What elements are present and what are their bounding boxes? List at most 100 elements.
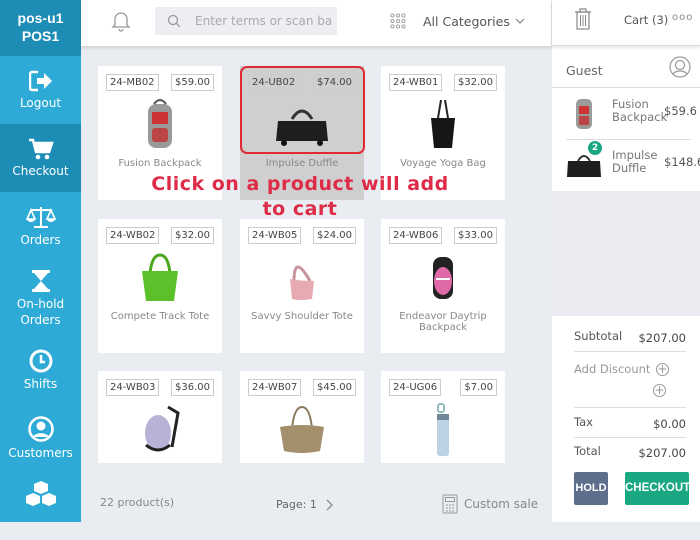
- more-options-icon[interactable]: ooo: [672, 12, 693, 23]
- product-image: [240, 249, 364, 307]
- product-image: [98, 249, 222, 307]
- product-image: [240, 401, 364, 459]
- sidebar-item-customers[interactable]: Customers: [0, 404, 81, 472]
- cart-icon: [28, 138, 54, 159]
- search-input[interactable]: [195, 7, 333, 35]
- custom-sale-label: Custom sale: [464, 497, 539, 511]
- search-icon: [167, 14, 181, 28]
- product-image: [381, 401, 505, 459]
- sidebar-item-checkout[interactable]: Checkout: [0, 124, 81, 192]
- product-sku: 24-WB03: [106, 379, 160, 396]
- sidebar-item-label: Orders: [20, 232, 61, 247]
- subtotal-label: Subtotal: [574, 329, 623, 343]
- product-price: $32.00: [171, 227, 214, 244]
- hourglass-icon: [31, 269, 50, 292]
- clock-icon: [29, 349, 52, 372]
- trash-icon[interactable]: [574, 8, 592, 30]
- product-price: $24.00: [313, 227, 356, 244]
- product-image: [381, 96, 505, 154]
- search-box: [155, 7, 337, 35]
- checkout-button[interactable]: CHECKOUT: [625, 472, 690, 505]
- divider: [566, 139, 691, 140]
- category-select[interactable]: All Categories: [423, 14, 510, 29]
- product-sku: 24-WB02: [106, 227, 160, 244]
- product-price: $59.00: [171, 74, 214, 91]
- cart-header: Cart (3) ooo: [552, 0, 700, 46]
- quantity-badge: 2: [588, 141, 602, 155]
- sidebar: pos-u1 POS1 Logout Checkout Orders On-ho…: [0, 0, 81, 522]
- custom-sale-button[interactable]: Custom sale: [442, 494, 538, 514]
- divider: [574, 351, 686, 352]
- product-price: $7.00: [460, 379, 497, 396]
- subtotal-row: Subtotal $207.00: [574, 329, 686, 345]
- discount-row[interactable]: Add Discount +: [574, 362, 686, 376]
- add-plus-icon[interactable]: +: [653, 384, 666, 397]
- logout-icon: [28, 70, 52, 91]
- customer-row[interactable]: Guest: [552, 52, 700, 88]
- add-discount-label[interactable]: Add Discount: [574, 362, 650, 376]
- product-price: $45.00: [313, 379, 356, 396]
- top-bar: All Categories: [81, 0, 551, 46]
- product-price: $36.00: [171, 379, 214, 396]
- user-icon[interactable]: [668, 55, 692, 81]
- cart-panel: Cart (3) ooo Guest Fusion Backpack $59.6…: [552, 0, 700, 522]
- hold-button[interactable]: HOLD: [574, 472, 608, 505]
- product-image: [381, 249, 505, 307]
- product-price: $33.00: [454, 227, 497, 244]
- tax-row: Tax $0.00: [574, 415, 686, 431]
- product-count: 22 product(s): [100, 496, 175, 509]
- pagination: Page: 1: [276, 498, 335, 511]
- cart-empty-area: [552, 191, 700, 316]
- sidebar-item-shifts[interactable]: Shifts: [0, 336, 81, 404]
- product-card[interactable]: 24-WB05 $24.00 Savvy Shoulder Tote: [240, 219, 364, 353]
- product-card[interactable]: 24-WB06 $33.00 Endeavor Daytrip Backpack: [381, 219, 505, 353]
- chevron-right-icon[interactable]: [325, 499, 335, 511]
- product-image: [98, 96, 222, 154]
- product-price: $32.00: [454, 74, 497, 91]
- scales-icon: [25, 206, 56, 228]
- user-circle-icon: [27, 415, 54, 442]
- cart-title: Cart (3): [624, 13, 669, 27]
- divider: [574, 437, 686, 438]
- add-discount-plus-icon[interactable]: +: [656, 363, 670, 376]
- user-name: pos-u1: [17, 10, 64, 26]
- register-info: pos-u1 POS1: [0, 0, 81, 56]
- chevron-down-icon[interactable]: [515, 16, 525, 26]
- product-sku: 24-MB02: [106, 74, 159, 91]
- product-name: Impulse Duffle: [265, 158, 339, 169]
- product-card[interactable]: 24-WB02 $32.00 Compete Track Tote: [98, 219, 222, 353]
- product-sku: 24-WB05: [248, 227, 302, 244]
- grid-icon[interactable]: [390, 13, 406, 29]
- tax-label: Tax: [574, 415, 593, 429]
- sidebar-item-orders[interactable]: Orders: [0, 192, 81, 260]
- total-row: Total $207.00: [574, 444, 686, 460]
- divider: [574, 407, 686, 408]
- bell-icon[interactable]: [111, 10, 131, 32]
- sidebar-item-label: Checkout: [12, 163, 69, 178]
- product-sku: 24-UG06: [389, 379, 442, 396]
- sidebar-item-on-hold-orders[interactable]: On-hold Orders: [0, 260, 81, 336]
- cart-item-price: $148.6: [664, 155, 700, 169]
- product-card[interactable]: 24-WB03 $36.00: [98, 371, 222, 463]
- selected-product-highlight: [240, 66, 365, 154]
- subtotal-value: $207.00: [638, 331, 686, 345]
- cart-item-image: [576, 99, 592, 129]
- product-name: Savvy Shoulder Tote: [251, 311, 353, 322]
- sidebar-item-label: Logout: [19, 95, 62, 110]
- sidebar-item-label: Shifts: [23, 376, 58, 391]
- sidebar-item-label: On-hold Orders: [16, 296, 65, 327]
- product-name: Compete Track Tote: [110, 311, 210, 322]
- cart-item[interactable]: 2 Impulse Duffle $148.6: [552, 141, 700, 191]
- product-sku: 24-WB01: [389, 74, 443, 91]
- cart-item[interactable]: Fusion Backpack $59.6: [552, 90, 700, 140]
- sidebar-item-products[interactable]: [0, 472, 81, 540]
- sidebar-item-logout[interactable]: Logout: [0, 56, 81, 124]
- product-card[interactable]: 24-WB07 $45.00: [240, 371, 364, 463]
- cart-item-price: $59.6: [664, 104, 697, 118]
- product-image: [98, 401, 222, 459]
- product-sku: 24-WB06: [389, 227, 443, 244]
- total-value: $207.00: [638, 446, 686, 460]
- total-label: Total: [574, 444, 601, 458]
- cart-item-name: Fusion Backpack: [612, 97, 668, 124]
- product-card[interactable]: 24-UG06 $7.00: [381, 371, 505, 463]
